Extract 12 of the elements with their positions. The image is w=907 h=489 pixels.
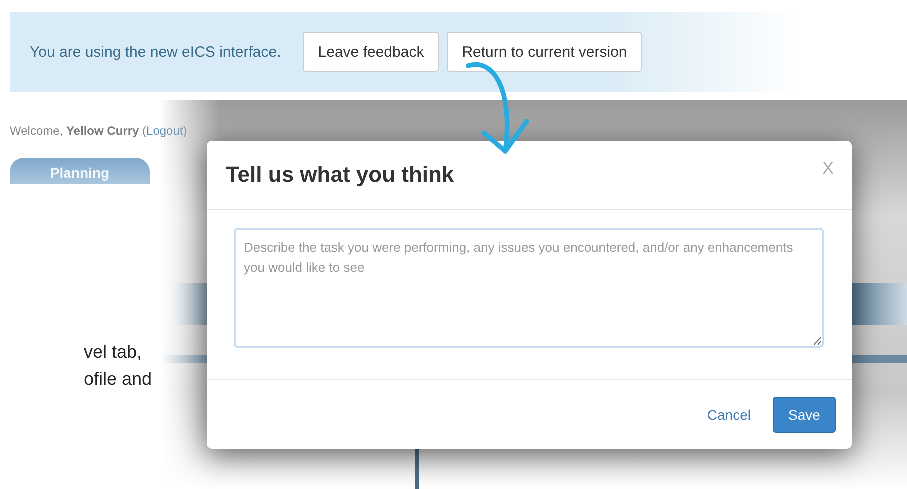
feedback-field[interactable]: Describe the task you were performing, any issues you encountered, and/or any enhancements you would like to see bbox=[234, 228, 824, 348]
body-text: vel tab, bbox=[84, 342, 144, 363]
banner-button[interactable]: Return to current version bbox=[447, 32, 642, 72]
banner-button[interactable]: Leave feedback bbox=[303, 32, 440, 72]
close-button[interactable]: X bbox=[822, 159, 834, 179]
logout-link[interactable]: Logout bbox=[146, 124, 184, 138]
cancel-button[interactable]: Cancel bbox=[707, 406, 751, 422]
notice-text: You are using the new eICS interface. bbox=[30, 44, 282, 60]
welcome-text: Welcome, Yellow Curry (Logout) bbox=[10, 124, 188, 138]
body-text: ofile and bbox=[84, 369, 152, 390]
save-button[interactable]: Save bbox=[773, 396, 836, 432]
dialog-title: Tell us what you think bbox=[226, 162, 454, 188]
